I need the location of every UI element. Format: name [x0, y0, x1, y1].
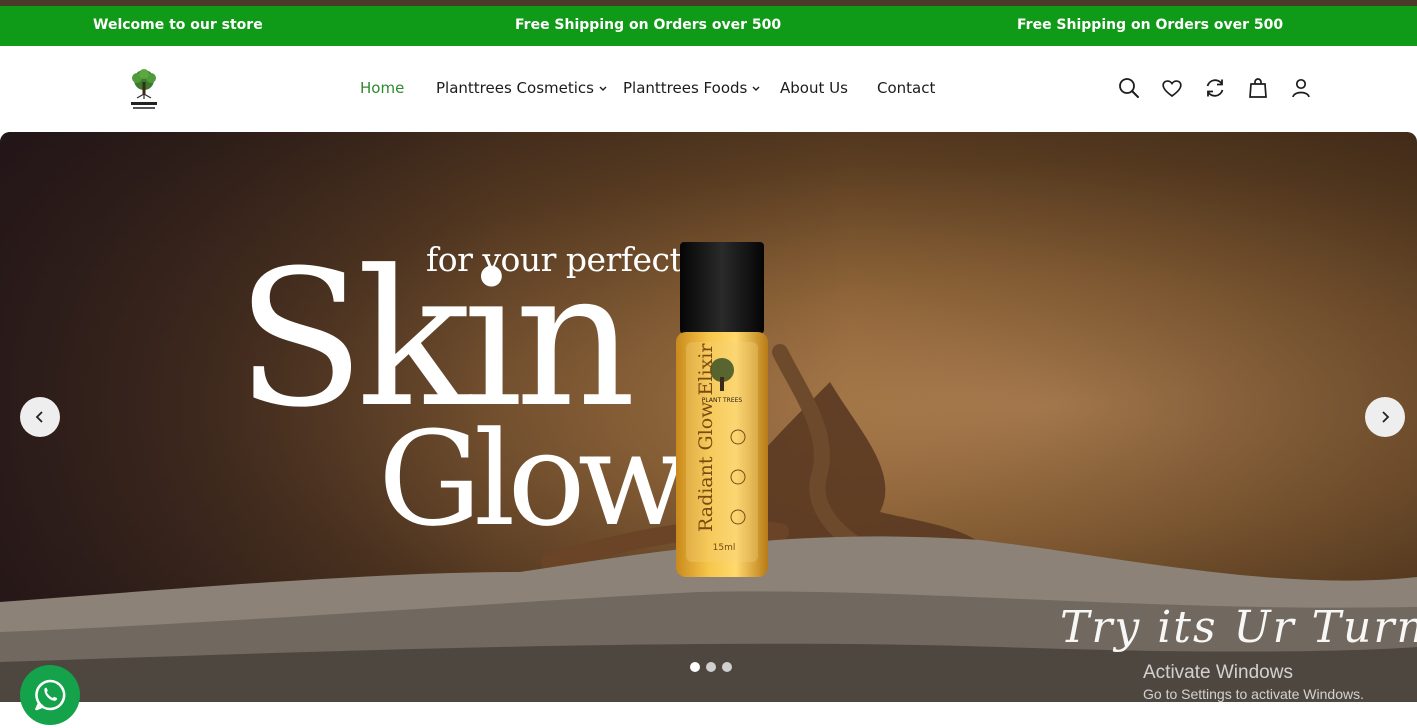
wishlist-heart-icon[interactable]	[1160, 76, 1184, 100]
slider-next-button[interactable]	[1365, 397, 1405, 437]
nav-label: Planttrees Cosmetics	[436, 79, 594, 97]
compare-refresh-icon[interactable]	[1203, 76, 1227, 100]
nav-home[interactable]: Home	[360, 79, 404, 97]
account-user-icon[interactable]	[1289, 76, 1313, 100]
watermark-subtitle: Go to Settings to activate Windows.	[1143, 686, 1364, 702]
hero-slider[interactable]: for your perfect Skin Glow PLANT TREES R…	[0, 132, 1417, 702]
nav-about-us[interactable]: About Us	[780, 79, 848, 97]
announcement-text: Free Shipping on Orders over 500	[515, 17, 782, 33]
chevron-right-icon	[1382, 411, 1390, 423]
announcement-text: Welcome to our store	[93, 17, 263, 33]
chevron-down-icon	[752, 86, 760, 91]
slider-prev-button[interactable]	[20, 397, 60, 437]
nav-label: About Us	[780, 79, 848, 97]
bottle-volume-text: 15ml	[713, 543, 736, 553]
whatsapp-icon	[35, 679, 66, 711]
nav-label: Home	[360, 79, 405, 97]
bottle-name-text: Radiant Glow Elixir	[695, 343, 717, 532]
nav-contact[interactable]: Contact	[877, 79, 935, 97]
product-bottle-image: PLANT TREES Radiant Glow Elixir 15ml	[676, 242, 768, 577]
slider-dot-1[interactable]	[690, 662, 700, 672]
slider-dot-3[interactable]	[722, 662, 732, 672]
search-icon[interactable]	[1117, 76, 1141, 100]
slider-dot-2[interactable]	[706, 662, 716, 672]
nav-planttrees-foods[interactable]: Planttrees Foods	[623, 79, 761, 97]
nav-label: Contact	[877, 79, 936, 97]
watermark-title: Activate Windows	[1143, 662, 1293, 683]
hero-script-tagline: Try its Ur Turn	[1060, 602, 1417, 653]
announcement-bar: Welcome to our store Free Shipping on Or…	[0, 6, 1417, 46]
nav-planttrees-cosmetics[interactable]: Planttrees Cosmetics	[436, 79, 608, 97]
nav-label: Planttrees Foods	[623, 79, 748, 97]
whatsapp-chat-button[interactable]	[20, 665, 80, 725]
cart-bag-icon[interactable]	[1246, 76, 1270, 100]
hero-headline-glow: Glow	[378, 403, 689, 555]
chevron-down-icon	[599, 86, 607, 91]
windows-activation-watermark: Activate Windows Go to Settings to activ…	[1143, 662, 1364, 702]
chevron-left-icon	[35, 411, 43, 423]
announcement-text: Free Shipping on Orders over 500	[1017, 17, 1284, 33]
slider-pagination	[690, 662, 732, 672]
site-header: Home Planttrees Cosmetics Planttrees Foo…	[0, 46, 1417, 132]
